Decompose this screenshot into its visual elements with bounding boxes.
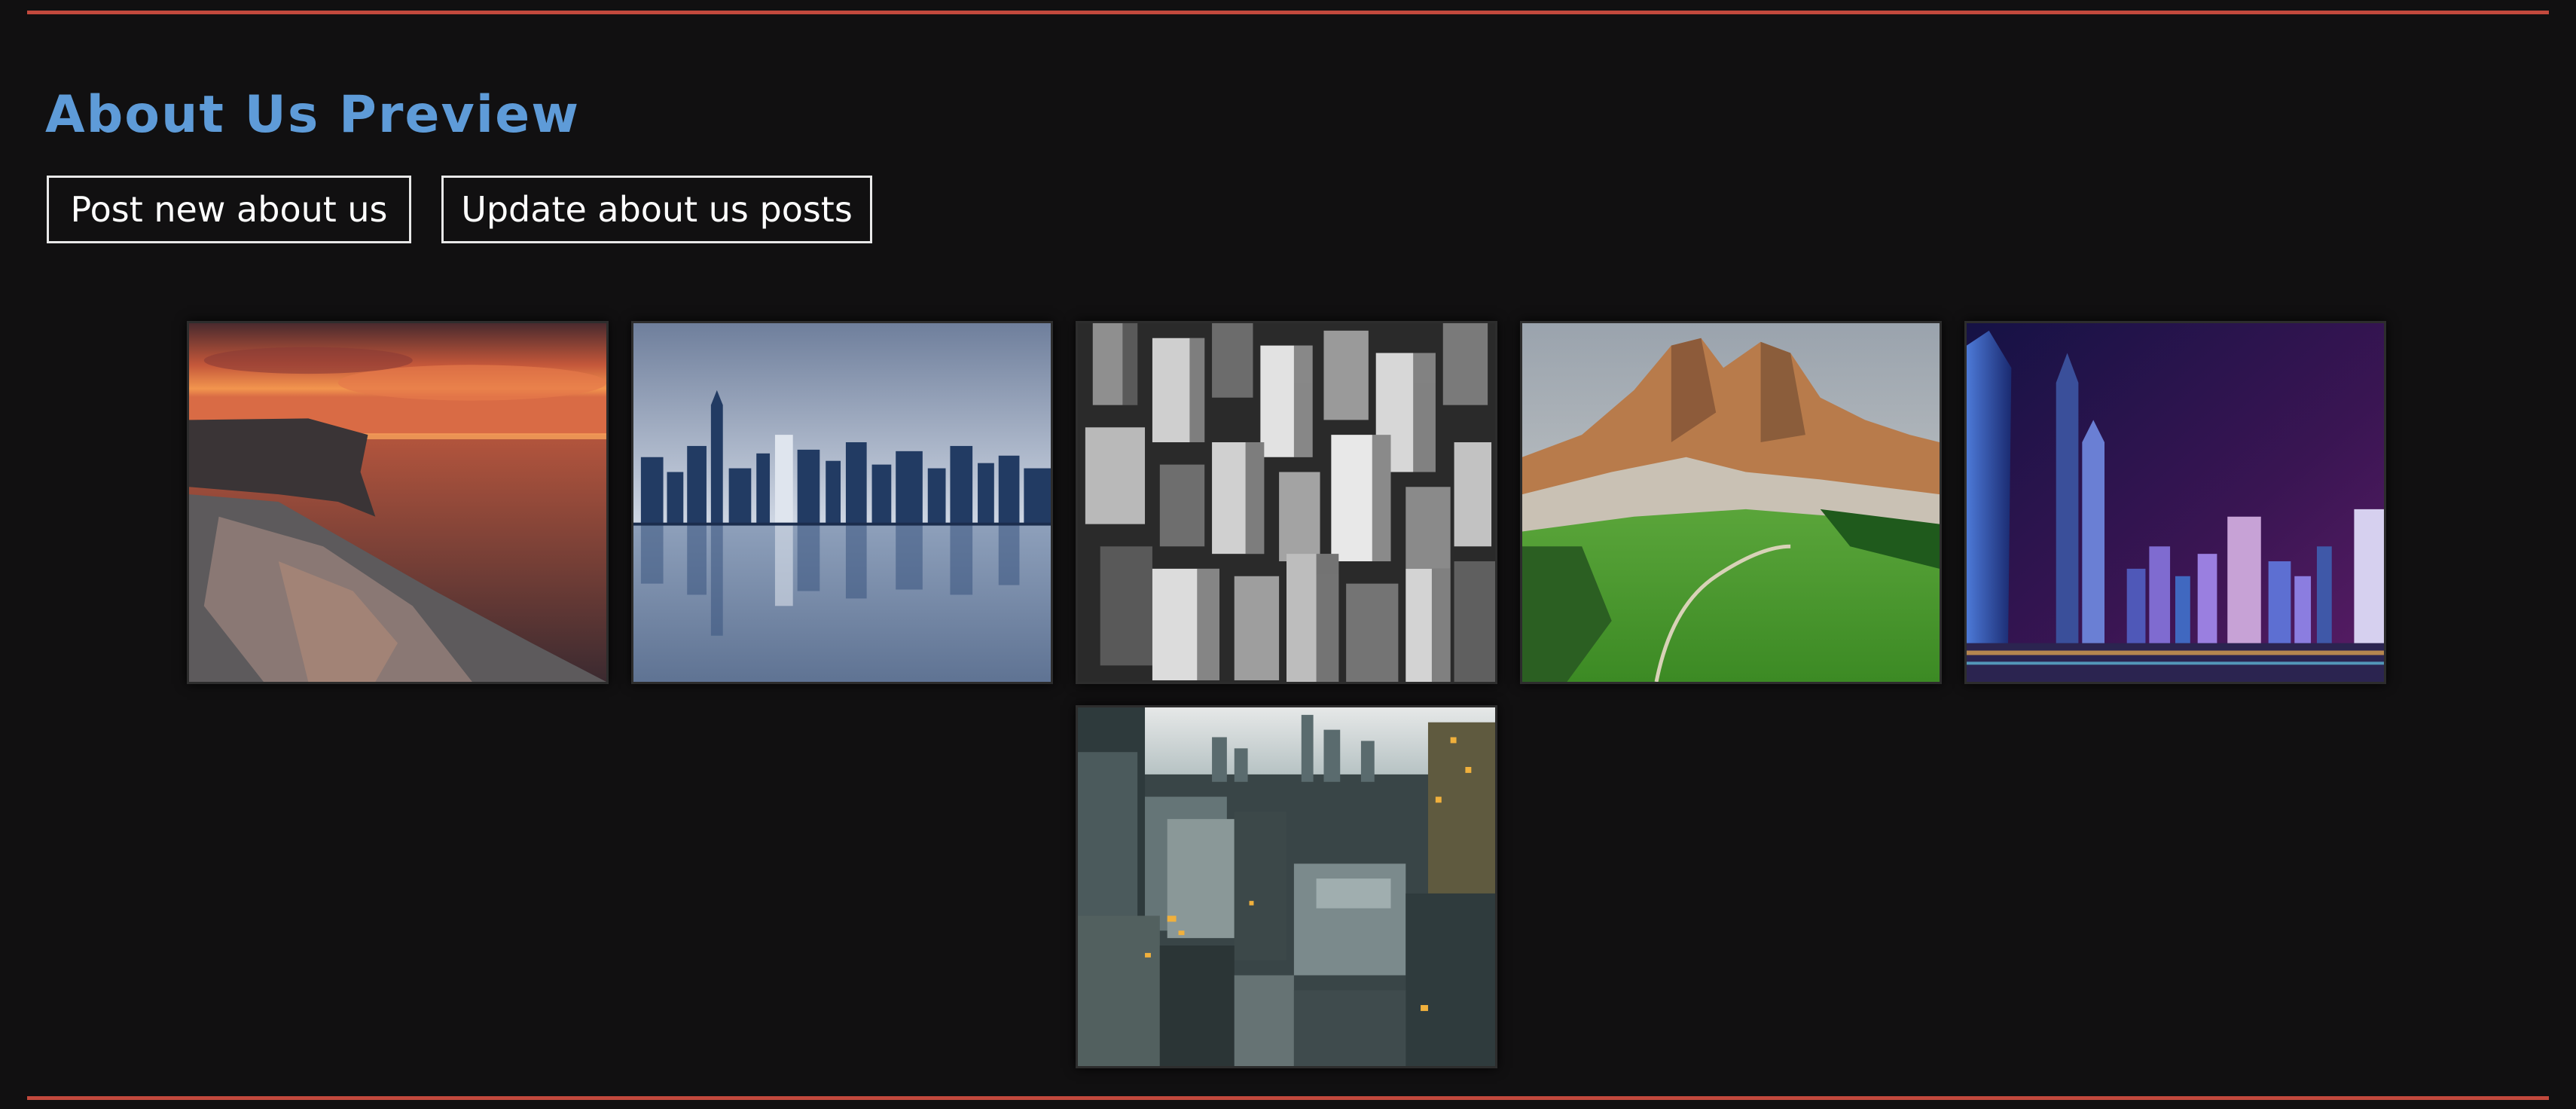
sunset-cliff-image xyxy=(189,323,606,682)
mountain-meadow-image xyxy=(1522,323,1940,682)
skyline-reflection-image xyxy=(633,323,1051,682)
bottom-divider xyxy=(27,1096,2549,1100)
aerial-skyscrapers-bw-image xyxy=(1078,323,1495,682)
update-about-us-posts-button[interactable]: Update about us posts xyxy=(441,176,872,243)
page-title: About Us Preview xyxy=(45,85,581,145)
aerial-city-downtown-image xyxy=(1078,707,1495,1066)
gallery-image-aerial-skyscrapers-bw[interactable] xyxy=(1076,321,1497,684)
post-new-about-us-button[interactable]: Post new about us xyxy=(47,176,411,243)
gallery-image-night-city[interactable] xyxy=(1964,321,2386,684)
top-divider xyxy=(27,11,2549,14)
gallery-image-mountain-meadow[interactable] xyxy=(1520,321,1942,684)
gallery-image-skyline-reflection[interactable] xyxy=(631,321,1053,684)
night-city-image xyxy=(1967,323,2384,682)
gallery-image-aerial-city-downtown[interactable] xyxy=(1076,705,1497,1068)
gallery-image-sunset-cliff[interactable] xyxy=(187,321,609,684)
action-bar: Post new about us Update about us posts xyxy=(47,176,872,243)
